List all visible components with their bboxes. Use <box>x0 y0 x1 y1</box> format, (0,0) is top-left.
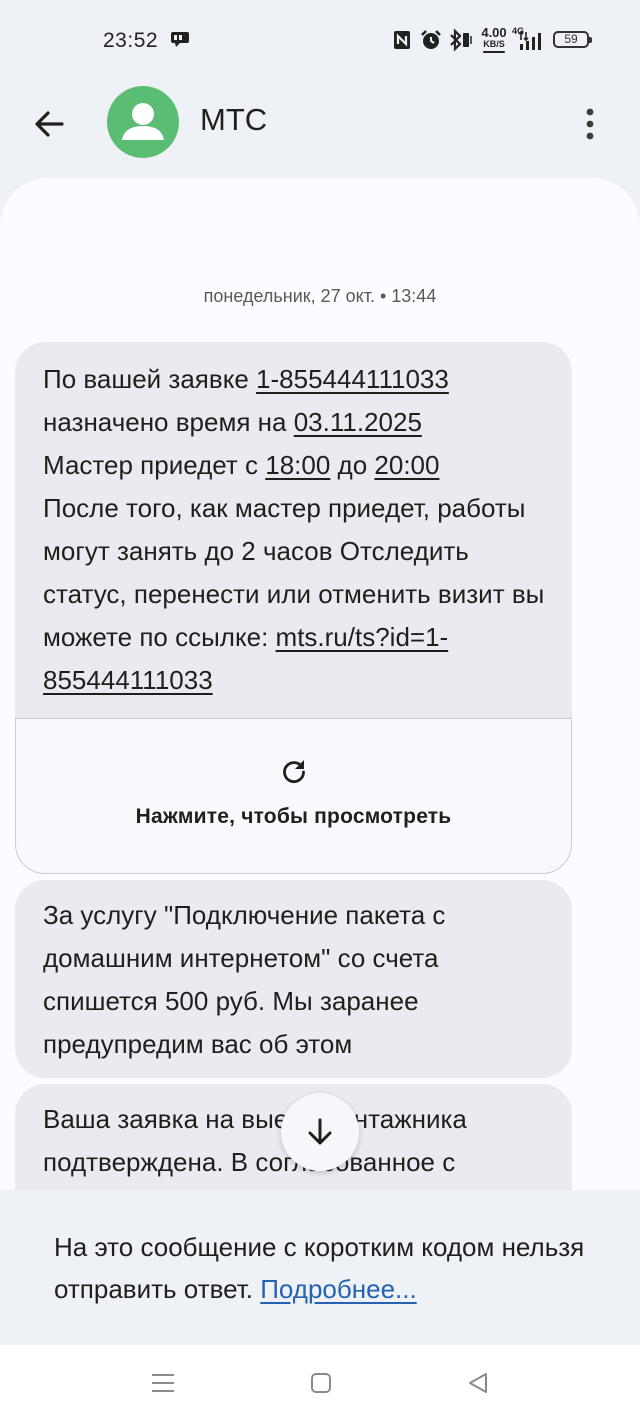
conversation-header: МТС <box>0 80 640 180</box>
order-number-link[interactable]: 1-855444111033 <box>256 364 449 394</box>
status-bar: 23:52 4.00 KB/S 4G 59 <box>0 0 640 80</box>
home-square-icon[interactable] <box>310 1372 332 1394</box>
vibrate-icon <box>463 33 472 47</box>
date-separator: понедельник, 27 окт. • 13:44 <box>203 286 437 306</box>
system-navbar <box>0 1345 640 1423</box>
reply-disabled-notice: На это сообщение с коротким кодом нельзя… <box>0 1190 640 1345</box>
alarm-icon <box>421 30 441 49</box>
link-preview-card[interactable]: Нажмите, чтобы просмотреть <box>15 718 572 874</box>
message-bubble[interactable]: За услугу "Подключение пакета с домашним… <box>15 880 572 1078</box>
back-triangle-icon[interactable] <box>466 1371 490 1395</box>
date-link[interactable]: 03.11.2025 <box>294 407 422 437</box>
notice-text: На это сообщение с коротким кодом нельзя… <box>54 1232 585 1304</box>
preview-label: Нажмите, чтобы просмотреть <box>135 805 452 828</box>
time-to-link[interactable]: 20:00 <box>374 450 439 480</box>
time-from-link[interactable]: 18:00 <box>265 450 330 480</box>
contact-name[interactable]: МТС <box>200 102 267 138</box>
message-text: За услугу "Подключение пакета с домашним… <box>43 900 446 1059</box>
status-time: 23:52 <box>103 29 159 52</box>
message-bubble[interactable]: По вашей заявке 1-855444111033 назначено … <box>15 342 572 718</box>
person-icon <box>122 103 164 140</box>
network-speed: 4.00 KB/S <box>481 25 507 49</box>
refresh-icon <box>283 760 305 784</box>
nfc-icon <box>394 31 410 49</box>
message-text: По вашей заявке 1-855444111033 назначено … <box>43 364 545 695</box>
chat-icon <box>171 32 189 47</box>
avatar[interactable] <box>107 86 179 158</box>
arrow-down-icon <box>308 1118 332 1145</box>
battery-icon: 59 <box>553 31 592 48</box>
scroll-to-bottom-button[interactable] <box>281 1093 359 1171</box>
back-button[interactable] <box>28 102 72 146</box>
signal-icon <box>518 30 541 50</box>
message-list[interactable]: понедельник, 27 окт. • 13:44 По вашей за… <box>0 178 640 1190</box>
bluetooth-icon <box>450 28 462 52</box>
more-vert-icon[interactable] <box>575 102 605 146</box>
menu-icon[interactable] <box>150 1372 176 1394</box>
learn-more-link[interactable]: Подробнее... <box>260 1274 417 1304</box>
